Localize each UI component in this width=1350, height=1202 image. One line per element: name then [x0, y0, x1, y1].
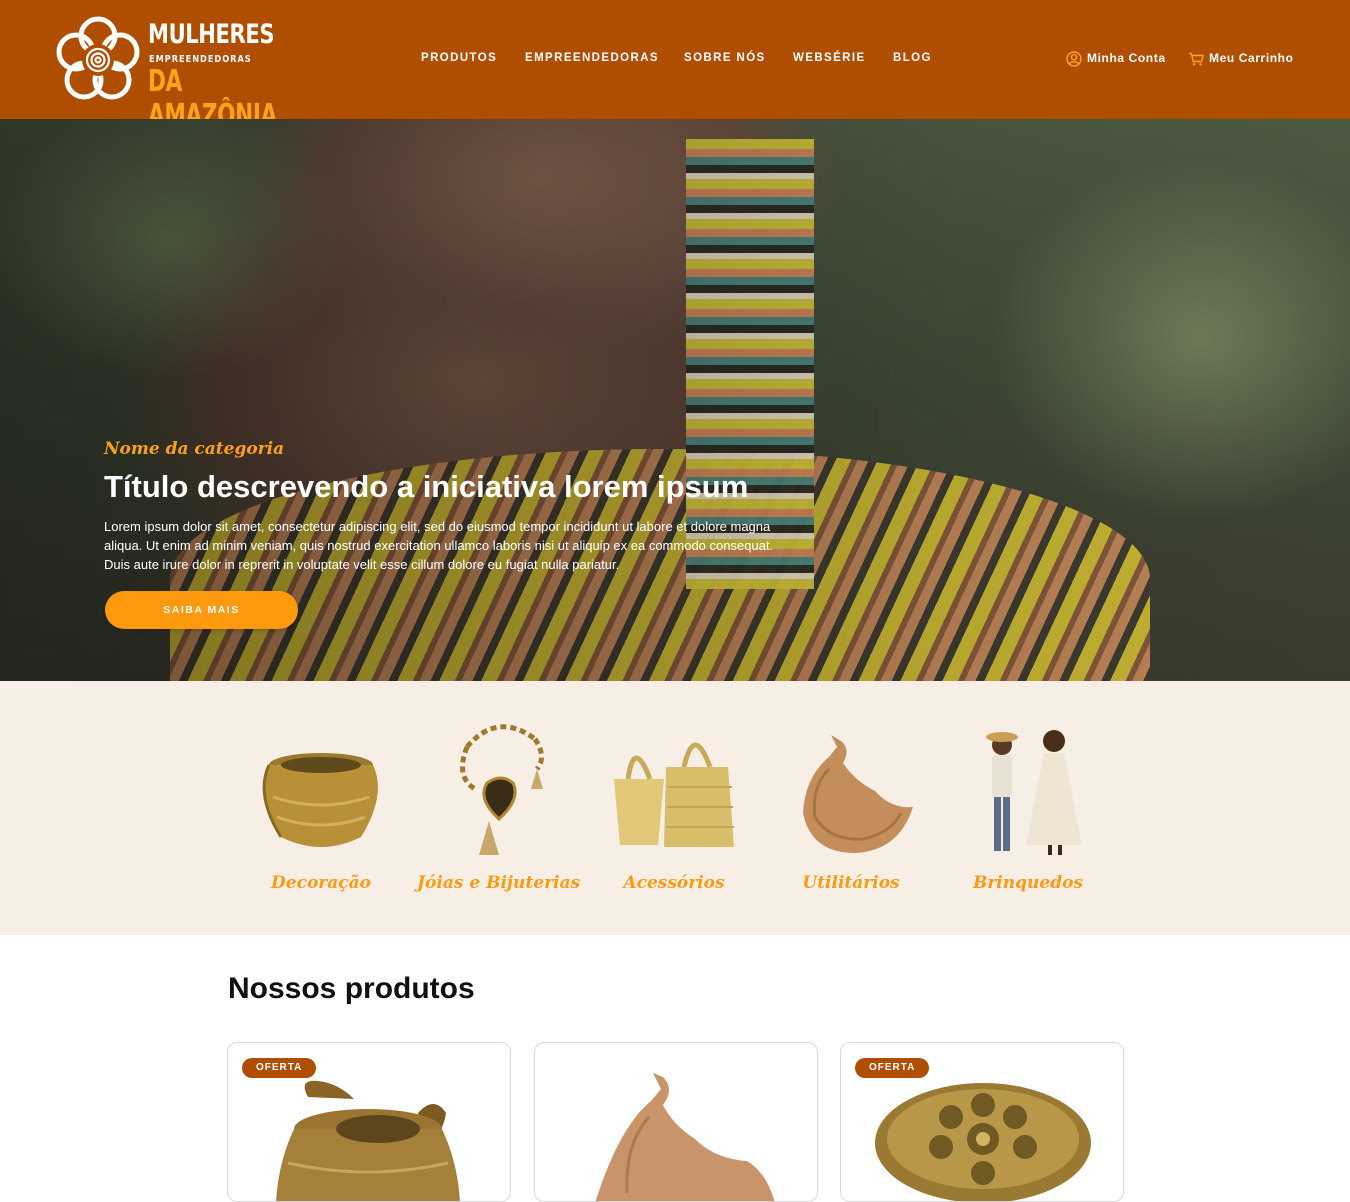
category-label: Decoração [271, 873, 371, 893]
brand-logo[interactable]: MULHERES EMPREENDEDORAS DA AMAZÔNIA [52, 14, 302, 133]
shopping-cart-icon [1189, 52, 1204, 65]
category-label: Jóias e Bijuterias [417, 873, 581, 893]
product-card[interactable]: OFERTA [840, 1042, 1124, 1202]
category-strip: Decoração Jóias e Bijuterias Acessórios … [0, 681, 1350, 935]
offer-badge: OFERTA [855, 1058, 930, 1078]
flower-logo-icon [56, 16, 140, 100]
wooden-bowl-image [803, 735, 913, 853]
site-header: MULHERES EMPREENDEDORAS DA AMAZÔNIA PROD… [0, 0, 1350, 133]
nav-empreendedoras[interactable]: EMPREENDEDORAS [525, 51, 659, 66]
category-utilitarios[interactable]: Utilitários [771, 717, 931, 907]
cart-link[interactable]: Meu Carrinho [1188, 50, 1294, 67]
hero-banner: Nome da categoria Título descrevendo a i… [0, 119, 1350, 681]
offer-badge: OFERTA [242, 1058, 317, 1078]
saiba-mais-button[interactable]: SAIBA MAIS [105, 591, 298, 629]
category-label: Utilitários [802, 873, 900, 893]
basket-image [262, 753, 378, 847]
account-link[interactable]: Minha Conta [1066, 50, 1166, 67]
product-card[interactable] [534, 1042, 818, 1202]
logo-text-mulheres: MULHERES [148, 19, 275, 50]
account-label: Minha Conta [1087, 51, 1166, 65]
category-acessorios[interactable]: Acessórios [594, 717, 754, 907]
products-section-title: Nossos produtos [228, 972, 475, 1005]
dolls-image [986, 730, 1082, 855]
category-brinquedos[interactable]: Brinquedos [948, 717, 1108, 907]
nav-produtos[interactable]: PRODUTOS [421, 51, 497, 66]
category-label: Acessórios [623, 873, 725, 893]
product-card[interactable]: OFERTA [227, 1042, 511, 1202]
hero-description: Lorem ipsum dolor sit amet, consectetur … [104, 519, 774, 572]
hero-category: Nome da categoria [104, 439, 285, 459]
category-decoracao[interactable]: Decoração [241, 717, 401, 907]
nav-sobre-nos[interactable]: SOBRE NÓS [684, 51, 766, 66]
category-label: Brinquedos [972, 873, 1083, 893]
category-joias[interactable]: Jóias e Bijuterias [417, 717, 581, 907]
nav-webserie[interactable]: WEBSÉRIE [793, 51, 866, 66]
cart-label: Meu Carrinho [1209, 51, 1294, 65]
nav-blog[interactable]: BLOG [893, 51, 932, 66]
wooden-bowl-product-image [595, 1073, 775, 1201]
hero-title: Título descrevendo a iniciativa lorem ip… [104, 469, 749, 504]
user-circle-icon [1066, 50, 1082, 67]
necklace-image [460, 724, 544, 855]
straw-bags-image [614, 742, 734, 847]
